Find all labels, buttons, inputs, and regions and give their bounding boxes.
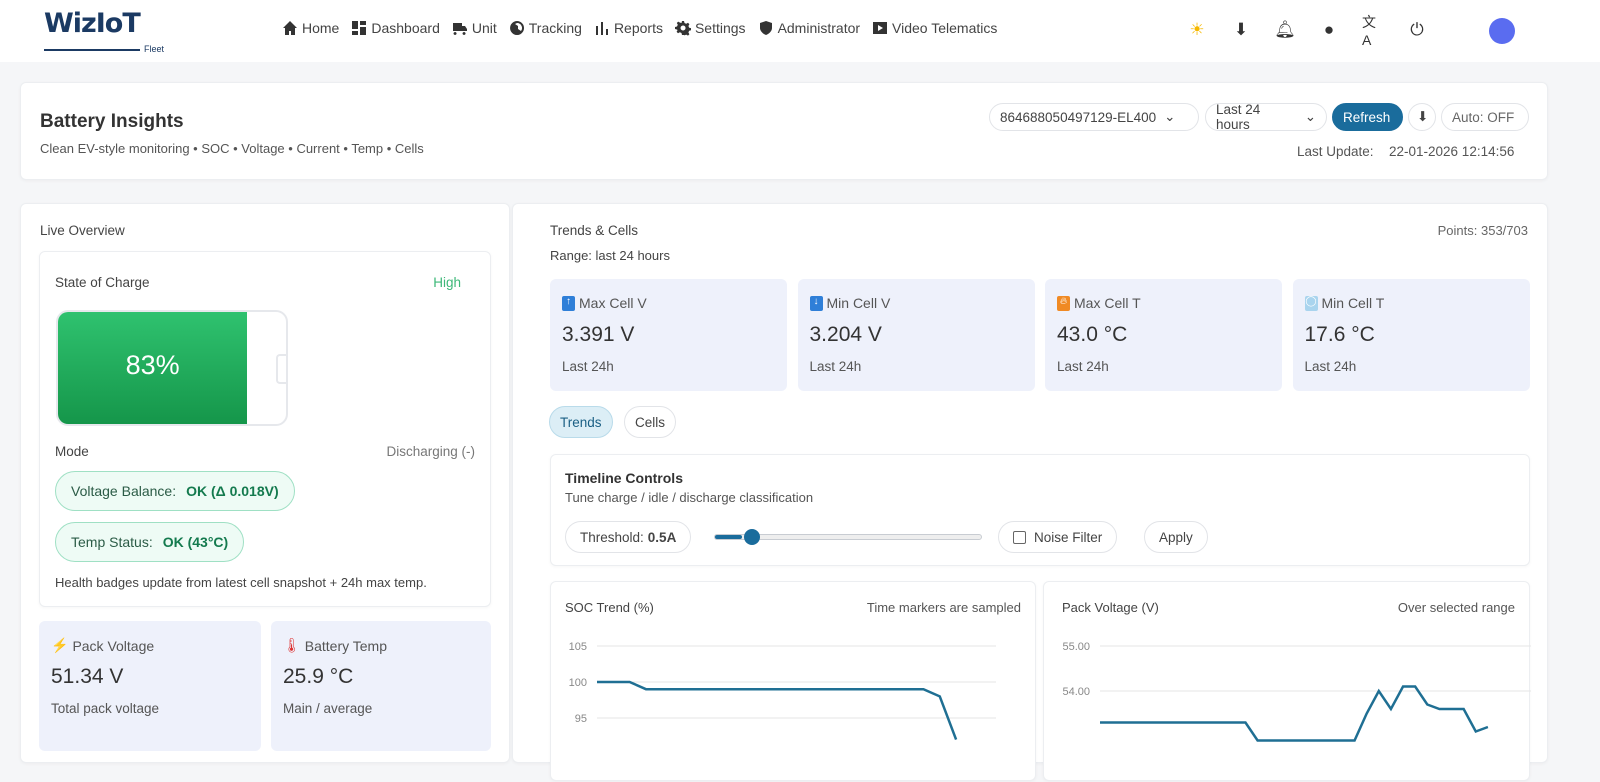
page-subtitle: Clean EV-style monitoring • SOC • Voltag… xyxy=(40,141,424,156)
soc-level: High xyxy=(433,275,461,290)
soc-trend-chart: SOC Trend (%) Time markers are sampled 1… xyxy=(550,581,1036,781)
ice-icon: ◯ xyxy=(1304,295,1318,311)
kpi-min-cell-v: ↓ Min Cell V 3.204 V Last 24h xyxy=(797,279,1035,391)
soc-value: 83% xyxy=(125,350,180,380)
refresh-button[interactable]: Refresh xyxy=(1332,103,1403,131)
toolbar-icons: ☀ ⬇ 🔔︎ ● 文A ⏻ xyxy=(1186,14,1428,48)
nav-item-settings[interactable]: Settings xyxy=(674,20,746,36)
tab-trends[interactable]: Trends xyxy=(549,406,613,438)
nav-item-unit[interactable]: Unit xyxy=(452,20,497,36)
pack-voltage-value: 51.34 V xyxy=(51,665,124,688)
checkbox-icon[interactable] xyxy=(1013,530,1026,544)
soc-label: State of Charge xyxy=(55,275,150,290)
timeline-controls: Timeline Controls Tune charge / idle / d… xyxy=(550,454,1530,566)
arrow-down-icon: ↓ xyxy=(809,295,823,311)
last-update-value: 22-01-2026 12:14:56 xyxy=(1389,144,1515,159)
threshold-slider[interactable] xyxy=(714,529,982,545)
download-icon: ⬇ xyxy=(1417,109,1429,124)
apply-button[interactable]: Apply xyxy=(1144,521,1208,553)
gear-icon xyxy=(674,21,691,36)
range-label: Range: last 24 hours xyxy=(550,248,670,263)
kpi-min-cell-t: ◯ Min Cell T 17.6 °C Last 24h xyxy=(1292,279,1530,391)
soc-chart-svg: 105 100 95 xyxy=(569,641,996,741)
auto-refresh-toggle[interactable]: Auto: OFF xyxy=(1441,103,1529,131)
trends-panel: Trends & Cells Range: last 24 hours Poin… xyxy=(512,203,1548,781)
y-tick-label: 54.00 xyxy=(1062,686,1090,698)
slider-handle[interactable] xyxy=(743,529,760,545)
pack-voltage-chart: Pack Voltage (V) Over selected range 55.… xyxy=(1043,581,1531,781)
battery-temp-card: 🌡︎ Battery Temp 25.9 °C Main / average xyxy=(271,621,491,751)
y-tick-label: 100 xyxy=(569,677,587,689)
range-select[interactable]: Last 24 hours ⌄ xyxy=(1205,102,1327,132)
nav-item-video-telematics[interactable]: Video Telematics xyxy=(872,20,997,36)
video-icon xyxy=(873,22,888,34)
series-line xyxy=(597,680,958,741)
bar-chart-icon xyxy=(595,22,608,35)
battery-gauge: 83% xyxy=(56,310,288,426)
mode-value: Discharging (-) xyxy=(386,444,475,459)
last-update-label: Last Update: xyxy=(1297,144,1374,159)
bell-icon[interactable]: 🔔︎ xyxy=(1274,19,1296,41)
dashboard-icon xyxy=(352,21,367,35)
truck-icon xyxy=(452,23,467,35)
download-icon[interactable]: ⬇ xyxy=(1230,19,1252,41)
soc-card: State of Charge High 83% Mode Dischargin… xyxy=(39,251,491,607)
y-tick-label: 105 xyxy=(569,641,587,653)
sun-icon[interactable]: ☀ xyxy=(1186,19,1208,41)
mode-label: Mode xyxy=(55,444,89,459)
live-overview-panel: Live Overview State of Charge High 83% M… xyxy=(20,203,510,763)
nav-item-reports[interactable]: Reports xyxy=(594,20,663,36)
nav-item-dashboard[interactable]: Dashboard xyxy=(351,20,440,36)
admin-shield-icon xyxy=(759,21,772,35)
tab-cells[interactable]: Cells xyxy=(624,406,677,438)
pack-voltage-card: ⚡ Pack Voltage 51.34 V Total pack voltage xyxy=(39,621,261,751)
fire-icon: 🔥︎ xyxy=(1057,295,1070,311)
kpi-max-cell-t: 🔥︎ Max Cell T 43.0 °C Last 24h xyxy=(1045,279,1282,391)
points-count: Points: 353/703 xyxy=(1437,223,1528,238)
series-line xyxy=(1100,685,1489,742)
export-download-button[interactable]: ⬇ xyxy=(1408,103,1436,131)
main-menu: Home Dashboard Unit Tracking Reports Settings… xyxy=(282,20,997,36)
thermometer-icon: 🌡︎ xyxy=(283,637,301,653)
home-icon xyxy=(283,21,297,35)
voltage-balance-badge: Voltage Balance: OK (Δ 0.018V) xyxy=(55,471,295,511)
chevron-down-icon: ⌄ xyxy=(1164,109,1176,124)
arrow-up-icon: ↑ xyxy=(562,295,575,311)
nav-item-tracking[interactable]: Tracking xyxy=(509,20,582,36)
battery-temp-value: 25.9 °C xyxy=(283,665,354,688)
device-select[interactable]: 864688050497129-EL400 ⌄ xyxy=(989,103,1199,131)
kpi-max-cell-v: ↑ Max Cell V 3.391 V Last 24h xyxy=(550,279,787,391)
section-title: Trends & Cells xyxy=(550,223,639,238)
user-circle-icon[interactable]: ● xyxy=(1318,19,1340,41)
y-tick-label: 55.00 xyxy=(1062,641,1090,653)
power-icon[interactable]: ⏻ xyxy=(1406,19,1428,41)
bot-avatar[interactable] xyxy=(1489,18,1515,44)
top-navbar: WizIoT Fleet Home Dashboard Unit Tracking Rep… xyxy=(0,0,1600,62)
nav-item-home[interactable]: Home xyxy=(282,20,339,36)
page-title: Battery Insights xyxy=(40,111,184,132)
chevron-down-icon: ⌄ xyxy=(1304,109,1316,124)
lightning-icon: ⚡ xyxy=(51,637,69,653)
noise-filter-checkbox[interactable]: Noise Filter xyxy=(998,521,1118,553)
temp-status-badge: Temp Status: OK (43°C) xyxy=(55,522,245,562)
header-card: Battery Insights Clean EV-style monitori… xyxy=(20,82,1548,180)
threshold-display: Threshold: 0.5A xyxy=(565,521,692,553)
y-tick-label: 95 xyxy=(575,713,587,725)
logo[interactable]: WizIoT Fleet xyxy=(44,8,169,54)
health-note: Health badges update from latest cell sn… xyxy=(55,575,427,590)
translate-icon[interactable]: 文A xyxy=(1362,14,1384,48)
nav-item-administrator[interactable]: Administrator xyxy=(758,20,860,36)
voltage-chart-svg: 55.00 54.00 xyxy=(1062,641,1531,742)
section-title: Live Overview xyxy=(40,223,125,238)
globe-icon xyxy=(509,21,524,35)
